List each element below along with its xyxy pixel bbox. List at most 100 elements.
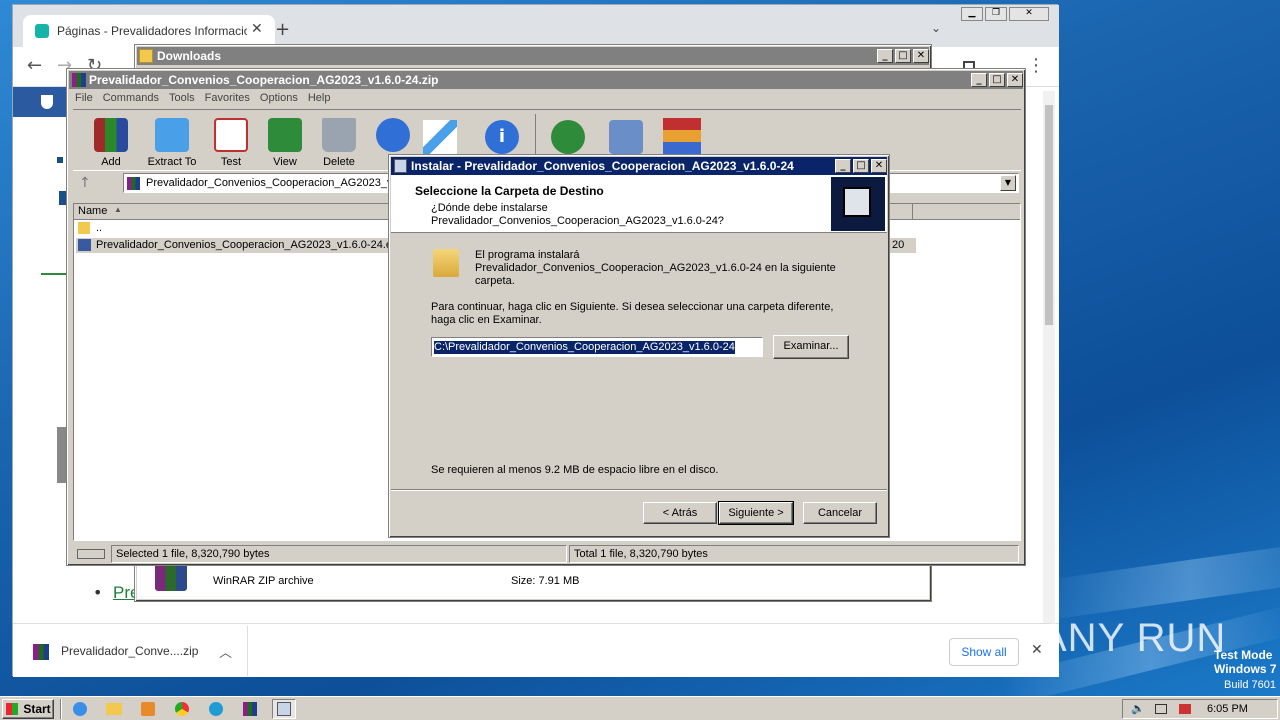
test-tool-button[interactable]: Test [203, 118, 259, 168]
downloads-window-controls: _ □ ✕ [877, 49, 929, 63]
winrar-title-bar: Prevalidador_Convenios_Cooperacion_AG202… [69, 71, 1023, 89]
cancel-button[interactable]: Cancelar [803, 502, 877, 524]
minimize-button[interactable]: _ [877, 49, 893, 63]
download-item-label[interactable]: Prevalidador_Conve....zip [61, 644, 198, 658]
add-archive-icon [94, 118, 128, 152]
folder-icon [139, 49, 153, 63]
minimize-button[interactable]: _ [835, 159, 851, 173]
status-total: Total 1 file, 8,320,790 bytes [569, 545, 1019, 563]
page-scrollbar[interactable] [1043, 91, 1055, 623]
folder-icon [433, 249, 459, 277]
browser-tab[interactable]: Páginas - Prevalidadores Informacio ✕ [23, 15, 275, 47]
zip-archive-icon [33, 644, 49, 660]
volume-icon[interactable]: 🔈 [1131, 702, 1145, 715]
clock[interactable]: 6:05 PM [1207, 703, 1248, 715]
path-text: Prevalidador_Convenios_Cooperacion_AG202… [146, 177, 399, 189]
view-tool-button[interactable]: View [257, 118, 313, 168]
maximize-button[interactable]: □ [895, 49, 911, 63]
next-button[interactable]: Siguiente > [718, 501, 794, 525]
installer-header: Seleccione la Carpeta de Destino ¿Dónde … [391, 175, 887, 233]
back-button[interactable]: < Atrás [643, 502, 717, 524]
browse-button[interactable]: Examinar... [773, 335, 849, 359]
install-info-1: El programa instalará [475, 249, 580, 261]
back-arrow-icon[interactable]: ← [27, 55, 42, 76]
downloads-bar: Prevalidador_Conve....zip ︿ Show all ✕ [13, 623, 1059, 677]
chevron-up-icon[interactable]: ︿ [219, 642, 232, 661]
installer-heading: Seleccione la Carpeta de Destino [415, 184, 604, 198]
restore-button[interactable]: ❐ [985, 7, 1007, 21]
winrar-status-bar: Selected 1 file, 8,320,790 bytes Total 1… [71, 545, 1023, 563]
installer-subheading-1: ¿Dónde debe instalarse [431, 202, 548, 214]
windows-logo-icon [6, 703, 18, 715]
add-tool-button[interactable]: Add [83, 118, 139, 168]
delete-label: Delete [323, 156, 355, 168]
tab-search-icon[interactable]: ⌄ [931, 21, 941, 35]
trash-icon [322, 118, 356, 152]
extract-to-tool-button[interactable]: Extract To [137, 118, 207, 168]
add-label: Add [101, 156, 121, 168]
minimize-button[interactable]: _ [971, 73, 987, 87]
maximize-button[interactable]: □ [989, 73, 1005, 87]
destination-path-input[interactable]: C:\Prevalidador_Convenios_Cooperacion_AG… [431, 337, 763, 357]
menu-favorites[interactable]: Favorites [205, 92, 250, 104]
taskbar-separator [60, 699, 62, 719]
media-player-icon[interactable] [136, 699, 160, 719]
explorer-icon[interactable] [102, 699, 126, 719]
close-button[interactable]: ✕ [1007, 73, 1023, 87]
parent-folder-icon [78, 222, 90, 234]
ie-icon[interactable] [68, 699, 92, 719]
close-button[interactable]: ✕ [1009, 7, 1049, 21]
chrome-icon[interactable] [170, 699, 194, 719]
tab-close-icon[interactable]: ✕ [251, 21, 263, 37]
show-all-button[interactable]: Show all [949, 638, 1019, 666]
page-bullet: • [93, 583, 103, 602]
up-arrow-icon[interactable]: ↑ [79, 175, 91, 191]
view-book-icon [268, 118, 302, 152]
installer-window: Instalar - Prevalidador_Convenios_Cooper… [388, 154, 890, 538]
path-dropdown-icon[interactable]: ▼ [1000, 175, 1016, 191]
shield-icon [41, 95, 53, 109]
page-scrollbar-thumb[interactable] [1045, 105, 1053, 325]
edge-icon[interactable] [204, 699, 228, 719]
extract-to-label: Extract To [147, 156, 197, 168]
drive-icon [77, 549, 105, 559]
delete-tool-button[interactable]: Delete [311, 118, 367, 168]
winrar-icon [72, 73, 86, 87]
winrar-menu-bar: File Commands Tools Favorites Options He… [75, 92, 340, 104]
tab-title: Páginas - Prevalidadores Informacio [57, 24, 247, 38]
virus-scan-icon[interactable] [551, 120, 585, 154]
maximize-button[interactable]: □ [853, 159, 869, 173]
menu-options[interactable]: Options [260, 92, 298, 104]
installer-window-controls: _ □ ✕ [835, 159, 887, 173]
magnifier-icon [376, 118, 410, 152]
status-selected: Selected 1 file, 8,320,790 bytes [111, 545, 567, 563]
new-tab-button[interactable]: + [275, 19, 290, 40]
column-name-header[interactable]: Name [78, 205, 107, 217]
minimize-button[interactable]: ▁ [961, 7, 983, 21]
flag-icon[interactable] [1179, 704, 1191, 714]
start-label: Start [23, 702, 51, 716]
menu-tools[interactable]: Tools [169, 92, 195, 104]
comment-icon[interactable] [609, 120, 643, 154]
wizard-wand-icon[interactable] [423, 120, 457, 154]
continue-hint-1: Para continuar, haga clic en Siguiente. … [431, 301, 834, 313]
network-icon[interactable] [1155, 704, 1167, 714]
archive-icon [127, 177, 140, 190]
winrar-taskbar-icon[interactable] [238, 699, 262, 719]
close-button[interactable]: ✕ [913, 49, 929, 63]
installer-subheading-2: Prevalidador_Convenios_Cooperacion_AG202… [431, 215, 724, 227]
menu-kebab-icon[interactable]: ⋮ [1027, 55, 1045, 76]
sfx-archive-icon[interactable] [663, 118, 701, 154]
exe-file-icon [78, 239, 91, 251]
menu-commands[interactable]: Commands [103, 92, 159, 104]
menu-help[interactable]: Help [308, 92, 331, 104]
file-row-parent[interactable]: .. [96, 222, 102, 234]
installer-taskbar-icon[interactable] [272, 699, 296, 719]
install-info-2: Prevalidador_Convenios_Cooperacion_AG202… [475, 262, 836, 274]
start-button[interactable]: Start [2, 699, 54, 719]
menu-file[interactable]: File [75, 92, 93, 104]
view-label: View [273, 156, 297, 168]
file-name: Prevalidador_Convenios_Cooperacion_AG202… [96, 239, 398, 251]
close-button[interactable]: ✕ [871, 159, 887, 173]
info-icon[interactable]: i [485, 120, 519, 154]
